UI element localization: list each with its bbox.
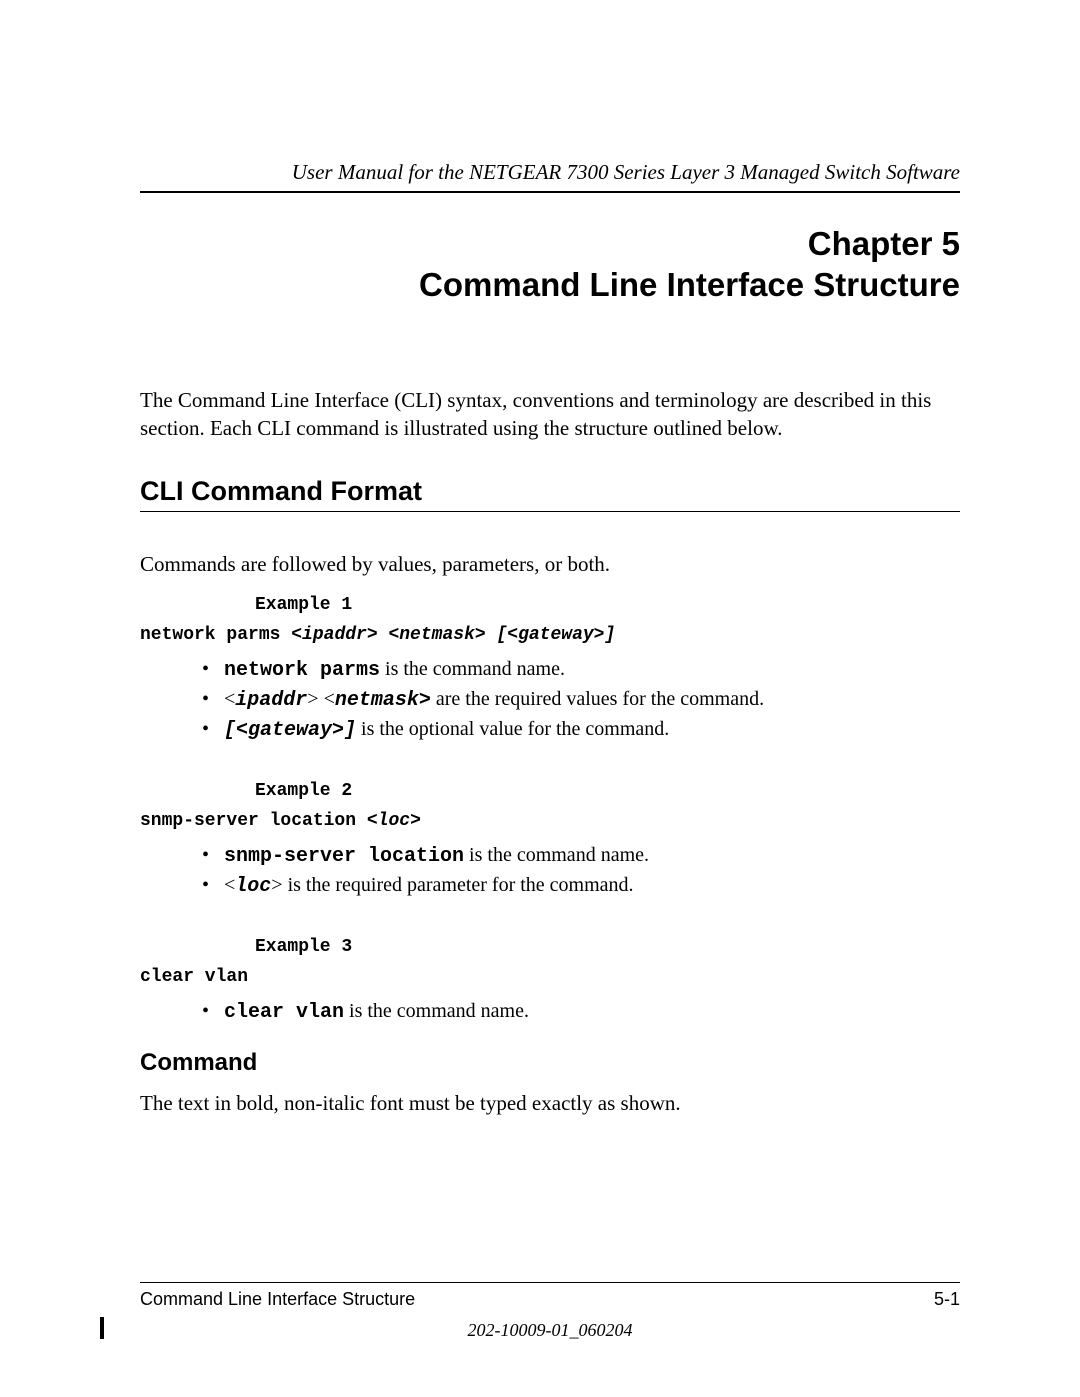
example-1-bullets: network parms is the command name. <ipad… [140, 655, 960, 745]
angle-open: < [367, 811, 378, 831]
subsection-heading-command: Command [140, 1049, 960, 1077]
revision-bar-icon [100, 1317, 104, 1339]
list-item: snmp-server location is the command name… [202, 841, 960, 871]
text: are the required values for the command. [431, 688, 764, 710]
code-arg: ipaddr [235, 689, 307, 712]
example-1-command: network parms <ipaddr> <netmask> [<gatew… [140, 625, 960, 645]
angle-open: < [224, 688, 235, 710]
list-item: [<gateway>] is the optional value for th… [202, 715, 960, 745]
text: is the optional value for the command. [356, 718, 669, 740]
text: is the command name. [344, 1000, 529, 1022]
chapter-title-block: Chapter 5 Command Line Interface Structu… [140, 223, 960, 306]
footer-page-number: 5-1 [934, 1289, 960, 1310]
running-header: User Manual for the NETGEAR 7300 Series … [140, 160, 960, 185]
text: is the required parameter for the comman… [283, 874, 634, 896]
code-arg: netmask> [335, 689, 431, 712]
list-item: <loc> is the required parameter for the … [202, 871, 960, 901]
section-intro: Commands are followed by values, paramet… [140, 552, 960, 577]
header-rule [140, 191, 960, 193]
manual-page: User Manual for the NETGEAR 7300 Series … [0, 0, 1080, 1397]
section-rule [140, 511, 960, 512]
footer-doc-number: 202-10009-01_060204 [140, 1320, 960, 1341]
cmd-name: network parms [140, 625, 291, 645]
list-item: <ipaddr> <netmask> are the required valu… [202, 685, 960, 715]
example-2-command: snmp-server location <loc> [140, 811, 960, 831]
section-heading-cli-format: CLI Command Format [140, 476, 960, 507]
list-item: network parms is the command name. [202, 655, 960, 685]
example-2-bullets: snmp-server location is the command name… [140, 841, 960, 901]
angle-close: > [271, 874, 282, 896]
code-token: network parms [224, 659, 380, 682]
code-token: clear vlan [224, 1001, 344, 1024]
code-arg: loc [378, 811, 410, 831]
example-3-bullets: clear vlan is the command name. [140, 997, 960, 1027]
example-3-command: clear vlan [140, 967, 960, 987]
intro-paragraph: The Command Line Interface (CLI) syntax,… [140, 386, 960, 443]
angle-open: < [224, 874, 235, 896]
cmd-args: <ipaddr> <netmask> [<gateway>] [291, 625, 615, 645]
chapter-title: Command Line Interface Structure [140, 264, 960, 305]
footer: Command Line Interface Structure 5-1 202… [140, 1282, 960, 1341]
angle-close: > [410, 811, 421, 831]
example-2-label: Example 2 [255, 781, 960, 801]
code-arg: [<gateway>] [224, 719, 356, 742]
text: is the command name. [380, 658, 565, 680]
code-token: snmp-server location [224, 845, 464, 868]
cmd-name: snmp-server location [140, 811, 367, 831]
code-arg: loc [235, 875, 271, 898]
angle-sep: > < [307, 688, 335, 710]
text: is the command name. [464, 844, 649, 866]
footer-rule [140, 1282, 960, 1283]
footer-section-name: Command Line Interface Structure [140, 1289, 415, 1310]
example-1-label: Example 1 [255, 595, 960, 615]
example-3-label: Example 3 [255, 937, 960, 957]
subsection-body: The text in bold, non-italic font must b… [140, 1091, 960, 1116]
list-item: clear vlan is the command name. [202, 997, 960, 1027]
chapter-label: Chapter 5 [140, 223, 960, 264]
